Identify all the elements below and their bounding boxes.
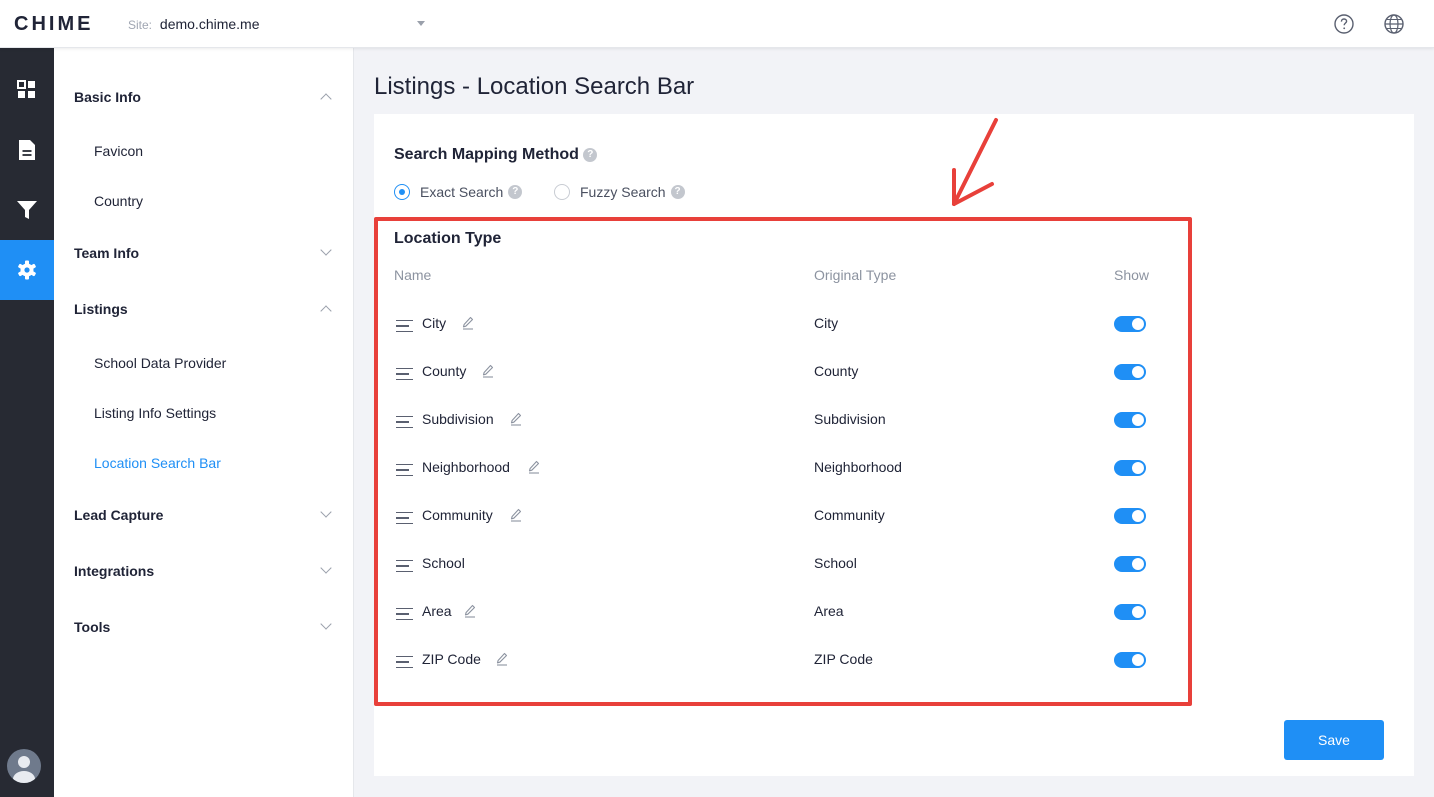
chevron-down-icon[interactable]: [320, 244, 332, 256]
sidebar-section-tools[interactable]: Tools: [74, 619, 110, 635]
highlight-box-annotation: [374, 217, 1192, 706]
help-icon[interactable]: [1333, 13, 1355, 35]
logo[interactable]: CHIME: [14, 13, 93, 36]
settings-sidebar: Basic Info Favicon Country Team Info Lis…: [54, 48, 354, 797]
help-icon[interactable]: ?: [508, 185, 523, 199]
sidebar-item-country[interactable]: Country: [94, 193, 143, 209]
document-icon: [19, 140, 35, 160]
chevron-up-icon[interactable]: [320, 305, 332, 317]
sidebar-item-favicon[interactable]: Favicon: [94, 143, 143, 159]
radio-label: Exact Search: [420, 184, 504, 200]
sidebar-item-school-data-provider[interactable]: School Data Provider: [94, 355, 226, 371]
sidebar-section-listings[interactable]: Listings: [74, 301, 128, 317]
radio-checked-icon[interactable]: [394, 184, 410, 200]
radio-exact-search[interactable]: Exact Search ?: [394, 184, 523, 200]
user-icon: [13, 756, 35, 783]
search-mapping-title: Search Mapping Method ?: [394, 146, 598, 164]
left-rail: [0, 48, 54, 797]
sidebar-section-lead-capture[interactable]: Lead Capture: [74, 507, 163, 523]
sidebar-item-location-search-bar[interactable]: Location Search Bar: [94, 455, 221, 471]
search-mapping-label: Search Mapping Method: [394, 146, 579, 163]
rail-dashboard[interactable]: [0, 60, 54, 120]
chevron-down-icon[interactable]: [320, 618, 332, 630]
sidebar-section-basic-info[interactable]: Basic Info: [74, 89, 141, 105]
site-selector[interactable]: Site: demo.chime.me: [128, 16, 260, 32]
radio-unchecked-icon[interactable]: [554, 184, 570, 200]
sidebar-item-listing-info-settings[interactable]: Listing Info Settings: [94, 405, 216, 421]
top-bar: CHIME Site: demo.chime.me: [0, 0, 1434, 48]
help-icon[interactable]: ?: [583, 147, 598, 162]
site-label: Site:: [128, 18, 153, 32]
rail-pages[interactable]: [0, 120, 54, 180]
radio-fuzzy-search[interactable]: Fuzzy Search ?: [554, 184, 685, 200]
caret-down-icon[interactable]: [417, 21, 425, 26]
sidebar-section-integrations[interactable]: Integrations: [74, 563, 154, 579]
gear-icon: [18, 260, 36, 280]
rail-filter[interactable]: [0, 180, 54, 240]
chevron-down-icon[interactable]: [320, 506, 332, 518]
page-title: Listings - Location Search Bar: [374, 73, 695, 100]
chevron-up-icon[interactable]: [320, 93, 332, 105]
filter-icon: [17, 201, 37, 219]
chevron-down-icon[interactable]: [320, 562, 332, 574]
avatar[interactable]: [7, 749, 41, 783]
dashboard-icon: [17, 80, 35, 98]
rail-settings[interactable]: [0, 240, 54, 300]
site-value: demo.chime.me: [159, 16, 260, 32]
sidebar-section-team-info[interactable]: Team Info: [74, 245, 139, 261]
help-icon[interactable]: ?: [670, 185, 685, 199]
save-button[interactable]: Save: [1284, 720, 1384, 760]
radio-label: Fuzzy Search: [580, 184, 666, 200]
globe-icon[interactable]: [1383, 13, 1405, 35]
red-arrow-annotation: [952, 118, 998, 206]
